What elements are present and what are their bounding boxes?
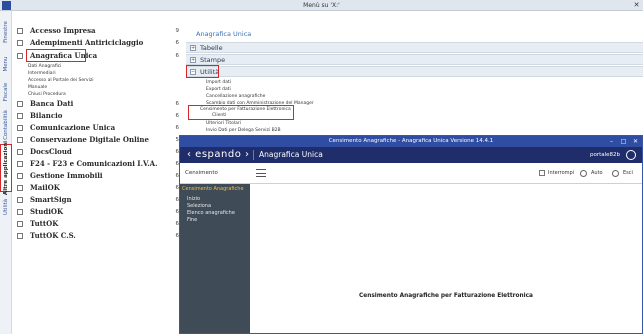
highlight-anagrafica	[26, 49, 86, 62]
help-icon[interactable]	[580, 170, 587, 177]
menu-icon[interactable]	[256, 169, 266, 177]
item-icon	[17, 113, 23, 119]
utilita-item[interactable]: Ulteriori Titolari	[206, 121, 241, 127]
tab-finestre[interactable]: Finestre	[0, 13, 12, 51]
item-icon	[17, 233, 23, 239]
item-icon	[17, 101, 23, 107]
main-message: Censimento Anagrafiche per Fatturazione …	[359, 293, 533, 299]
menu-item-studiok[interactable]: StudiOK 6	[14, 207, 182, 217]
side-tabs: Finestre Menu Fiscale Contabilità Altre …	[0, 11, 12, 334]
menu-item-tuttok[interactable]: TuttOK 6	[14, 219, 182, 229]
interrompi-label: Interrompi	[548, 170, 575, 176]
menu-item-banca-dati[interactable]: Banca Dati 6	[14, 99, 182, 109]
section-tabelle[interactable]: + Tabelle	[186, 42, 643, 53]
menu-item-conservazione[interactable]: Conservazione Digitale Online 5	[14, 135, 182, 145]
sub-item[interactable]: Dati Anagrafici	[28, 64, 61, 70]
item-icon	[17, 197, 23, 203]
sub-item[interactable]: Manuale	[28, 85, 47, 91]
window-title: Menù su 'X:'	[303, 2, 340, 9]
tab-altre-applicazioni[interactable]: Altre applicazioni	[0, 141, 12, 195]
menu-item-adempimenti[interactable]: Adempimenti Antiriciclaggio 6	[14, 38, 182, 48]
nav-item-fine[interactable]: Fine	[187, 217, 197, 223]
esci-button[interactable]: Esci	[623, 163, 633, 184]
menu-item-gestione-immobili[interactable]: Gestione Immobili 6	[14, 171, 182, 181]
expand-icon: +	[190, 57, 196, 63]
sub-item[interactable]: Intermediari	[28, 71, 56, 77]
nav-item-inizio[interactable]: Inizio	[187, 196, 200, 202]
item-icon	[17, 28, 23, 34]
app-name: Anagrafica Unica	[259, 150, 323, 159]
applications-menu: Accesso Impresa 9 Adempimenti Antiricicla…	[14, 11, 182, 334]
menu-item-smartsign[interactable]: SmartSign 6	[14, 195, 182, 205]
item-icon	[17, 221, 23, 227]
item-icon	[17, 53, 23, 59]
espando-logo: ‹ espando ›	[187, 149, 250, 160]
menu-item-bilancio[interactable]: Bilancio 6	[14, 111, 182, 121]
user-icon[interactable]	[626, 150, 636, 160]
highlight-utilita	[186, 65, 219, 78]
wizard-toolbar: Interrompi Auto Esci	[250, 163, 642, 184]
item-icon	[17, 209, 23, 215]
utilita-item[interactable]: Export dati	[206, 87, 231, 93]
wizard-header: Censimento Anagrafiche	[180, 163, 250, 197]
utilita-item[interactable]: Invio Dati per Delega Servizi B2B	[206, 128, 281, 134]
menu-item-accesso-impresa[interactable]: Accesso Impresa 9	[14, 26, 182, 36]
close-icon[interactable]: ✕	[632, 1, 641, 10]
wizard-nav: Censimento Anagrafiche Inizio Seleziona …	[180, 184, 250, 333]
brand-bar: ‹ espando › Anagrafica Unica portale82b	[180, 147, 642, 163]
nav-item-seleziona[interactable]: Seleziona	[187, 203, 211, 209]
sub-item[interactable]: Chiusi Procedura	[28, 92, 66, 98]
minimize-icon[interactable]: –	[607, 137, 616, 146]
tab-contabilita[interactable]: Contabilità	[0, 107, 12, 143]
menu-item-docscloud[interactable]: DocsCloud 6	[14, 147, 182, 157]
tab-fiscale[interactable]: Fiscale	[0, 77, 12, 107]
menu-item-mailok[interactable]: MailOK 6	[14, 183, 182, 193]
menu-item-comunicazione-unica[interactable]: Comunicazione Unica 6	[14, 123, 182, 133]
inner-window-title: Censimento Anagrafiche - Anagrafica Unic…	[328, 138, 494, 144]
inner-window-titlebar: Censimento Anagrafiche - Anagrafica Unic…	[180, 136, 642, 147]
close-icon[interactable]: ✕	[631, 137, 640, 146]
wizard-left-column: Censimento Anagrafiche Censimento Anagra…	[180, 163, 250, 333]
auto-select[interactable]: Auto	[591, 163, 603, 184]
item-icon	[17, 137, 23, 143]
utilita-item[interactable]: Import dati	[206, 80, 231, 86]
tab-menu[interactable]: Menu	[0, 51, 12, 77]
nav-item-elenco[interactable]: Elenco anagrafiche	[187, 210, 235, 216]
nav-title: Censimento Anagrafiche	[182, 186, 244, 192]
item-icon	[17, 161, 23, 167]
tab-utilita[interactable]: Utilità	[0, 194, 12, 220]
item-icon	[17, 185, 23, 191]
item-icon	[17, 40, 23, 46]
section-stampe[interactable]: + Stampe	[186, 54, 643, 65]
section-utilita[interactable]: − Utilità	[186, 66, 643, 77]
sub-item[interactable]: Accesso al Portale dei Servizi	[28, 78, 93, 84]
menu-item-tuttok-cs[interactable]: TuttOK C.S. 6	[14, 231, 182, 241]
panel-heading: Anagrafica Unica	[196, 30, 252, 38]
highlight-censimento	[188, 105, 294, 120]
utilita-item[interactable]: Cancellazione anagrafiche	[206, 94, 265, 100]
menu-item-f24[interactable]: F24 - F23 e Comunicazioni I.V.A. 6	[14, 159, 182, 169]
maximize-icon[interactable]: □	[619, 137, 628, 146]
wizard-main: Censimento Anagrafiche per Fatturazione …	[250, 184, 642, 333]
interrompi-checkbox[interactable]	[539, 170, 545, 176]
expand-icon: +	[190, 45, 196, 51]
item-icon	[17, 125, 23, 131]
user-name[interactable]: portale82b	[590, 147, 620, 163]
item-icon	[17, 149, 23, 155]
window-titlebar: Menù su 'X:' ✕	[0, 0, 643, 11]
item-icon	[17, 173, 23, 179]
play-icon[interactable]	[612, 170, 619, 177]
censimento-window: Censimento Anagrafiche - Anagrafica Unic…	[179, 135, 643, 334]
